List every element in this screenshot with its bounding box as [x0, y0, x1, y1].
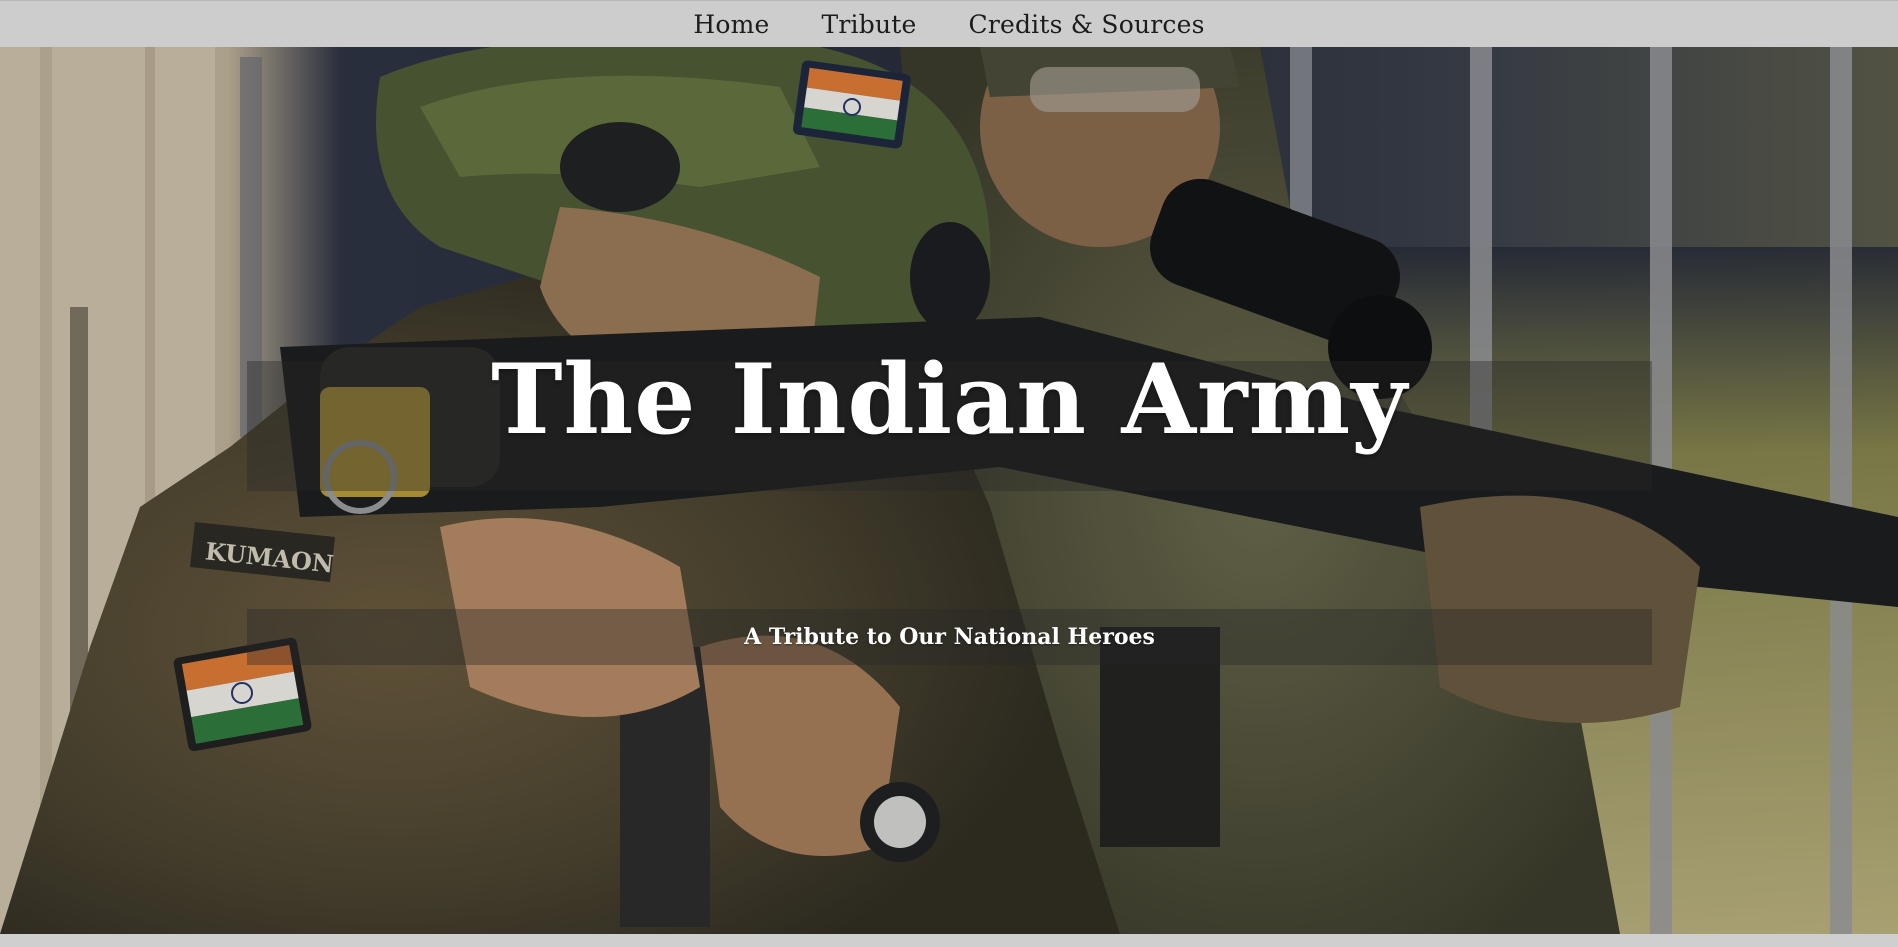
- page: Home Tribute Credits & Sources KUMAON Th…: [0, 0, 1898, 947]
- nav-link-tribute[interactable]: Tribute: [822, 10, 917, 39]
- bottom-strip: [0, 934, 1898, 947]
- hero-section: KUMAON The Indian Army A Tribute to Our …: [0, 47, 1898, 934]
- subtitle-overlay-band: A Tribute to Our National Heroes: [247, 609, 1652, 665]
- hero-subtitle: A Tribute to Our National Heroes: [744, 624, 1155, 650]
- nav-link-credits-sources[interactable]: Credits & Sources: [968, 10, 1204, 39]
- top-navbar: Home Tribute Credits & Sources: [0, 0, 1898, 47]
- nav-link-home[interactable]: Home: [693, 10, 769, 39]
- hero-title: The Indian Army: [491, 342, 1408, 456]
- title-overlay-band: The Indian Army: [247, 351, 1652, 491]
